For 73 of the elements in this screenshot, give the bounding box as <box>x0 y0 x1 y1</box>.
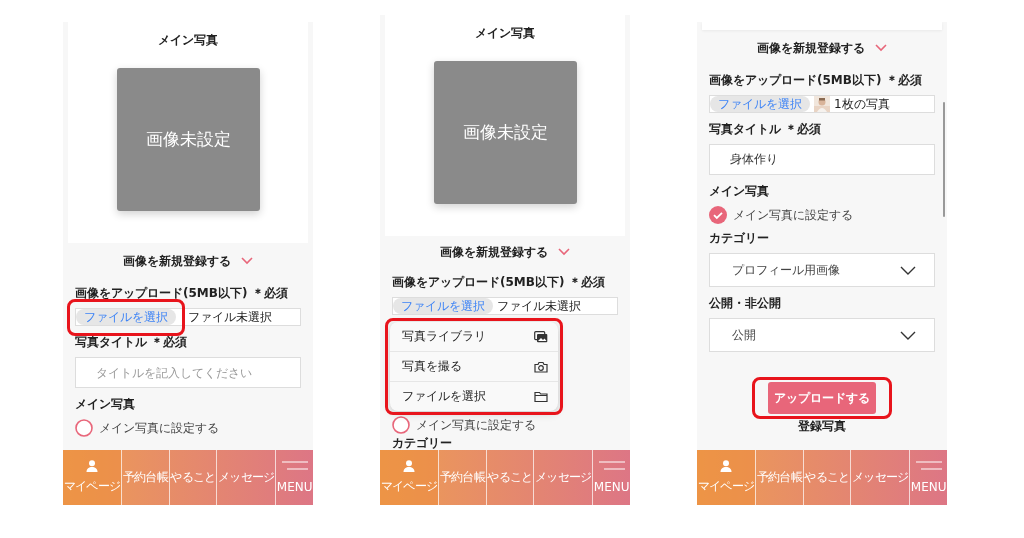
placeholder-text: 画像未設定 <box>145 128 231 151</box>
checkbox-label: メイン写真に設定する <box>416 416 536 434</box>
field-label: メイン写真 <box>75 398 135 411</box>
person-icon <box>86 460 98 472</box>
nav-tab[interactable]: MENU <box>909 450 947 505</box>
menu-icon <box>281 461 308 470</box>
menu-icon <box>598 461 625 470</box>
nav-tab[interactable]: メッセージ <box>850 450 910 505</box>
nav-tab[interactable]: マイページ <box>697 450 756 505</box>
field-label: カテゴリー <box>392 437 452 450</box>
upload-button[interactable]: アップロードする <box>768 382 876 414</box>
checkbox-label: メイン写真に設定する <box>99 419 219 437</box>
scrollbar[interactable] <box>943 102 945 217</box>
field-label: 画像をアップロード(5MB以下) ＊必須 <box>709 74 922 87</box>
nav-tab[interactable]: 予約台帳 <box>121 450 169 505</box>
nav-tab[interactable]: やること <box>485 450 534 505</box>
nav-tab[interactable]: MENU <box>592 450 630 505</box>
nav-tab[interactable]: メッセージ <box>533 450 593 505</box>
section-title: 画像を新規登録する <box>440 243 548 261</box>
radio-circle-icon[interactable] <box>392 416 410 434</box>
chevron-down-icon[interactable] <box>558 248 570 256</box>
person-icon <box>720 460 732 472</box>
chevron-down-icon[interactable] <box>875 44 887 52</box>
field-label: 写真タイトル ＊必須 <box>75 336 188 349</box>
menu-item[interactable]: 写真ライブラリ <box>390 322 558 351</box>
field-label: メイン写真 <box>709 185 769 198</box>
file-status: ファイル未選択 <box>497 297 581 315</box>
nav-tab[interactable]: 予約台帳 <box>438 450 486 505</box>
image-placeholder[interactable]: 画像未設定 <box>116 68 260 211</box>
text-field[interactable]: 身体作り <box>709 144 935 175</box>
radio-circle-icon[interactable] <box>75 419 93 437</box>
section-heading: 登録写真 <box>798 418 846 435</box>
menu-icon <box>915 461 942 470</box>
nav-tab[interactable]: やること <box>802 450 851 505</box>
chevron-down-icon <box>900 330 916 340</box>
nav-tab[interactable]: やること <box>168 450 217 505</box>
nav-tab[interactable]: マイページ <box>63 450 122 505</box>
nav-tab[interactable]: MENU <box>275 450 313 505</box>
person-icon <box>403 460 415 472</box>
select-field[interactable]: プロフィール用画像 <box>709 253 935 287</box>
nav-tab[interactable]: メッセージ <box>216 450 276 505</box>
file-input-field[interactable]: ファイルを選択 ファイル未選択 <box>392 297 618 315</box>
field-label: 画像をアップロード(5MB以下) ＊必須 <box>392 276 605 289</box>
field-label: カテゴリー <box>709 232 769 245</box>
field-label: 画像をアップロード(5MB以下) ＊必須 <box>75 287 288 300</box>
folder-icon <box>534 390 548 403</box>
placeholder-text: 画像未設定 <box>462 121 548 144</box>
choose-file-button[interactable]: ファイルを選択 <box>76 309 176 325</box>
file-status: ファイル未選択 <box>188 308 272 326</box>
choose-file-button[interactable]: ファイルを選択 <box>393 298 493 314</box>
chevron-down-icon <box>900 265 916 275</box>
card-title: メイン写真 <box>158 34 218 46</box>
camera-icon <box>534 360 548 373</box>
nav-tab[interactable]: マイページ <box>380 450 439 505</box>
photos-icon <box>534 330 548 343</box>
card-title: メイン写真 <box>475 27 535 39</box>
chevron-down-icon[interactable] <box>241 257 253 265</box>
nav-tab[interactable]: 予約台帳 <box>755 450 803 505</box>
checkbox-label: メイン写真に設定する <box>733 206 853 224</box>
text-field[interactable]: タイトルを記入してください <box>75 357 301 388</box>
menu-item[interactable]: 写真を撮る <box>390 351 558 381</box>
file-status: 1枚の写真 <box>834 95 890 113</box>
menu-item[interactable]: ファイルを選択 <box>390 381 558 411</box>
section-title: 画像を新規登録する <box>757 39 865 57</box>
choose-file-button[interactable]: ファイルを選択 <box>710 96 810 112</box>
field-label: 公開・非公開 <box>709 297 781 310</box>
image-placeholder[interactable]: 画像未設定 <box>433 61 577 204</box>
section-title: 画像を新規登録する <box>123 252 231 270</box>
file-input-field[interactable]: ファイルを選択 1枚の写真 <box>709 95 935 113</box>
select-field[interactable]: 公開 <box>709 318 935 352</box>
checked-circle-icon[interactable] <box>709 206 727 224</box>
file-input-field[interactable]: ファイルを選択 ファイル未選択 <box>75 308 301 326</box>
field-label: 写真タイトル ＊必須 <box>709 123 822 136</box>
